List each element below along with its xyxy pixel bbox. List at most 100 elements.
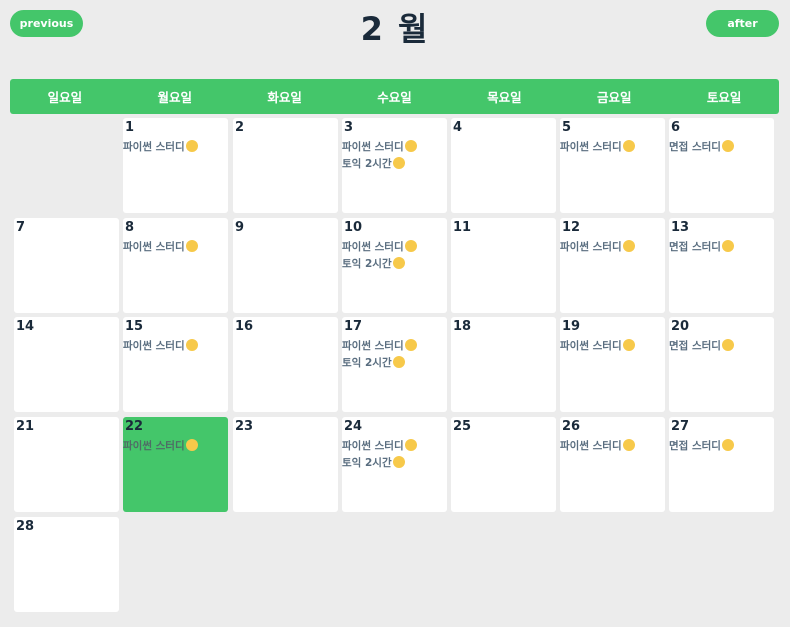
day-cell[interactable]: 24 파이썬 스터디토익 2시간 — [342, 417, 447, 512]
day-cell[interactable]: 15 파이썬 스터디 — [123, 317, 228, 412]
grinning-face-icon — [622, 140, 635, 152]
day-number: 2 — [235, 120, 245, 135]
weekday-label: 목요일 — [487, 90, 522, 105]
grinning-face-icon — [622, 240, 635, 252]
event-label: 면접 스터디 — [669, 440, 721, 452]
event-label: 면접 스터디 — [669, 340, 721, 352]
day-cell[interactable]: 1 파이썬 스터디 — [123, 118, 228, 213]
grinning-face-icon — [721, 439, 734, 451]
day-number: 17 — [344, 319, 363, 334]
next-button[interactable]: after — [706, 10, 779, 37]
event-item[interactable]: 토익 2시간 — [342, 256, 405, 271]
day-number: 11 — [453, 220, 472, 235]
day-cell[interactable]: 9 — [233, 218, 338, 313]
event-item[interactable]: 파이썬 스터디 — [123, 239, 198, 254]
event-item[interactable]: 파이썬 스터디 — [342, 239, 417, 254]
grinning-face-icon — [392, 157, 405, 169]
day-number: 19 — [562, 319, 581, 334]
event-item[interactable]: 파이썬 스터디 — [342, 139, 417, 154]
event-item[interactable]: 면접 스터디 — [669, 139, 734, 154]
day-cell[interactable]: 8 파이썬 스터디 — [123, 218, 228, 313]
event-label: 토익 2시간 — [342, 357, 392, 369]
day-number: 15 — [125, 319, 144, 334]
weekday-label: 화요일 — [267, 90, 302, 105]
day-number: 7 — [16, 220, 26, 235]
event-item[interactable]: 토익 2시간 — [342, 156, 405, 171]
day-cell[interactable]: 7 — [14, 218, 119, 313]
day-number: 21 — [16, 419, 35, 434]
day-cell[interactable]: 23 — [233, 417, 338, 512]
day-cell[interactable]: 20 면접 스터디 — [669, 317, 774, 412]
event-label: 파이썬 스터디 — [123, 141, 185, 153]
event-label: 토익 2시간 — [342, 258, 392, 270]
day-cell[interactable]: 5 파이썬 스터디 — [560, 118, 665, 213]
grinning-face-icon — [404, 339, 417, 351]
grinning-face-icon — [404, 439, 417, 451]
event-item[interactable]: 파이썬 스터디 — [342, 338, 417, 353]
grinning-face-icon — [721, 339, 734, 351]
event-item[interactable]: 면접 스터디 — [669, 438, 734, 453]
event-label: 파이썬 스터디 — [342, 141, 404, 153]
day-cell[interactable]: 6 면접 스터디 — [669, 118, 774, 213]
day-number: 9 — [235, 220, 245, 235]
event-label: 파이썬 스터디 — [123, 241, 185, 253]
event-label: 파이썬 스터디 — [342, 340, 404, 352]
event-item[interactable]: 파이썬 스터디 — [123, 438, 198, 453]
day-cell[interactable]: 13 면접 스터디 — [669, 218, 774, 313]
day-cell[interactable]: 11 — [451, 218, 556, 313]
event-item[interactable]: 토익 2시간 — [342, 455, 405, 470]
day-number: 28 — [16, 519, 35, 534]
event-item[interactable]: 파이썬 스터디 — [123, 139, 198, 154]
grinning-face-icon — [404, 240, 417, 252]
day-cell[interactable]: 4 — [451, 118, 556, 213]
day-cell[interactable]: 19 파이썬 스터디 — [560, 317, 665, 412]
day-cell[interactable]: 28 — [14, 517, 119, 612]
day-cell[interactable]: 18 — [451, 317, 556, 412]
day-cell[interactable]: 27 면접 스터디 — [669, 417, 774, 512]
day-cell[interactable]: 25 — [451, 417, 556, 512]
event-item[interactable]: 파이썬 스터디 — [560, 438, 635, 453]
day-cell[interactable]: 10 파이썬 스터디 토익 2시간 — [342, 218, 447, 313]
grinning-face-icon — [185, 140, 198, 152]
grinning-face-icon — [622, 339, 635, 351]
day-number: 4 — [453, 120, 463, 135]
event-label: 토익 2시간 — [342, 457, 392, 469]
day-number: 8 — [125, 220, 135, 235]
event-label: 면접 스터디 — [669, 241, 721, 253]
day-cell[interactable]: 26 파이썬 스터디 — [560, 417, 665, 512]
day-number: 16 — [235, 319, 254, 334]
day-cell[interactable]: 21 — [14, 417, 119, 512]
day-cell[interactable]: 14 — [14, 317, 119, 412]
day-cell[interactable]: 12 파이썬 스터디 — [560, 218, 665, 313]
event-label: 토익 2시간 — [342, 158, 392, 170]
event-item[interactable]: 토익 2시간 — [342, 355, 405, 370]
day-number: 24 — [344, 419, 363, 434]
weekday-label: 토요일 — [706, 90, 742, 105]
event-item[interactable]: 파이썬 스터디 — [342, 438, 417, 453]
weekday-label: 수요일 — [377, 90, 412, 105]
event-label: 파이썬 스터디 — [560, 440, 622, 452]
event-item[interactable]: 파이썬 스터디 — [560, 338, 635, 353]
event-item[interactable]: 면접 스터디 — [669, 239, 734, 254]
grinning-face-icon — [721, 140, 734, 152]
grinning-face-icon — [185, 439, 198, 451]
weekday-label: 일요일 — [47, 90, 83, 105]
day-number: 14 — [16, 319, 35, 334]
grinning-face-icon — [404, 140, 417, 152]
day-cell[interactable]: 17 파이썬 스터디토익 2시간 — [342, 317, 447, 412]
grinning-face-icon — [392, 356, 405, 368]
day-number: 20 — [671, 319, 690, 334]
month-title: 2 월 — [360, 10, 430, 48]
day-number: 12 — [562, 220, 581, 235]
day-cell[interactable]: 2 — [233, 118, 338, 213]
event-item[interactable]: 파이썬 스터디 — [560, 239, 635, 254]
weekday-header: 일요일 월요일 화요일 수요일 목요일 금요일 토요일 — [10, 79, 779, 114]
event-label: 파이썬 스터디 — [560, 241, 622, 253]
event-item[interactable]: 면접 스터디 — [669, 338, 734, 353]
event-item[interactable]: 파이썬 스터디 — [560, 139, 635, 154]
day-cell-today[interactable]: 22 파이썬 스터디 — [123, 417, 228, 512]
event-item[interactable]: 파이썬 스터디 — [123, 338, 198, 353]
day-cell[interactable]: 16 — [233, 317, 338, 412]
day-cell[interactable]: 3 파이썬 스터디 토익 2시간 — [342, 118, 447, 213]
day-number: 22 — [125, 419, 144, 434]
